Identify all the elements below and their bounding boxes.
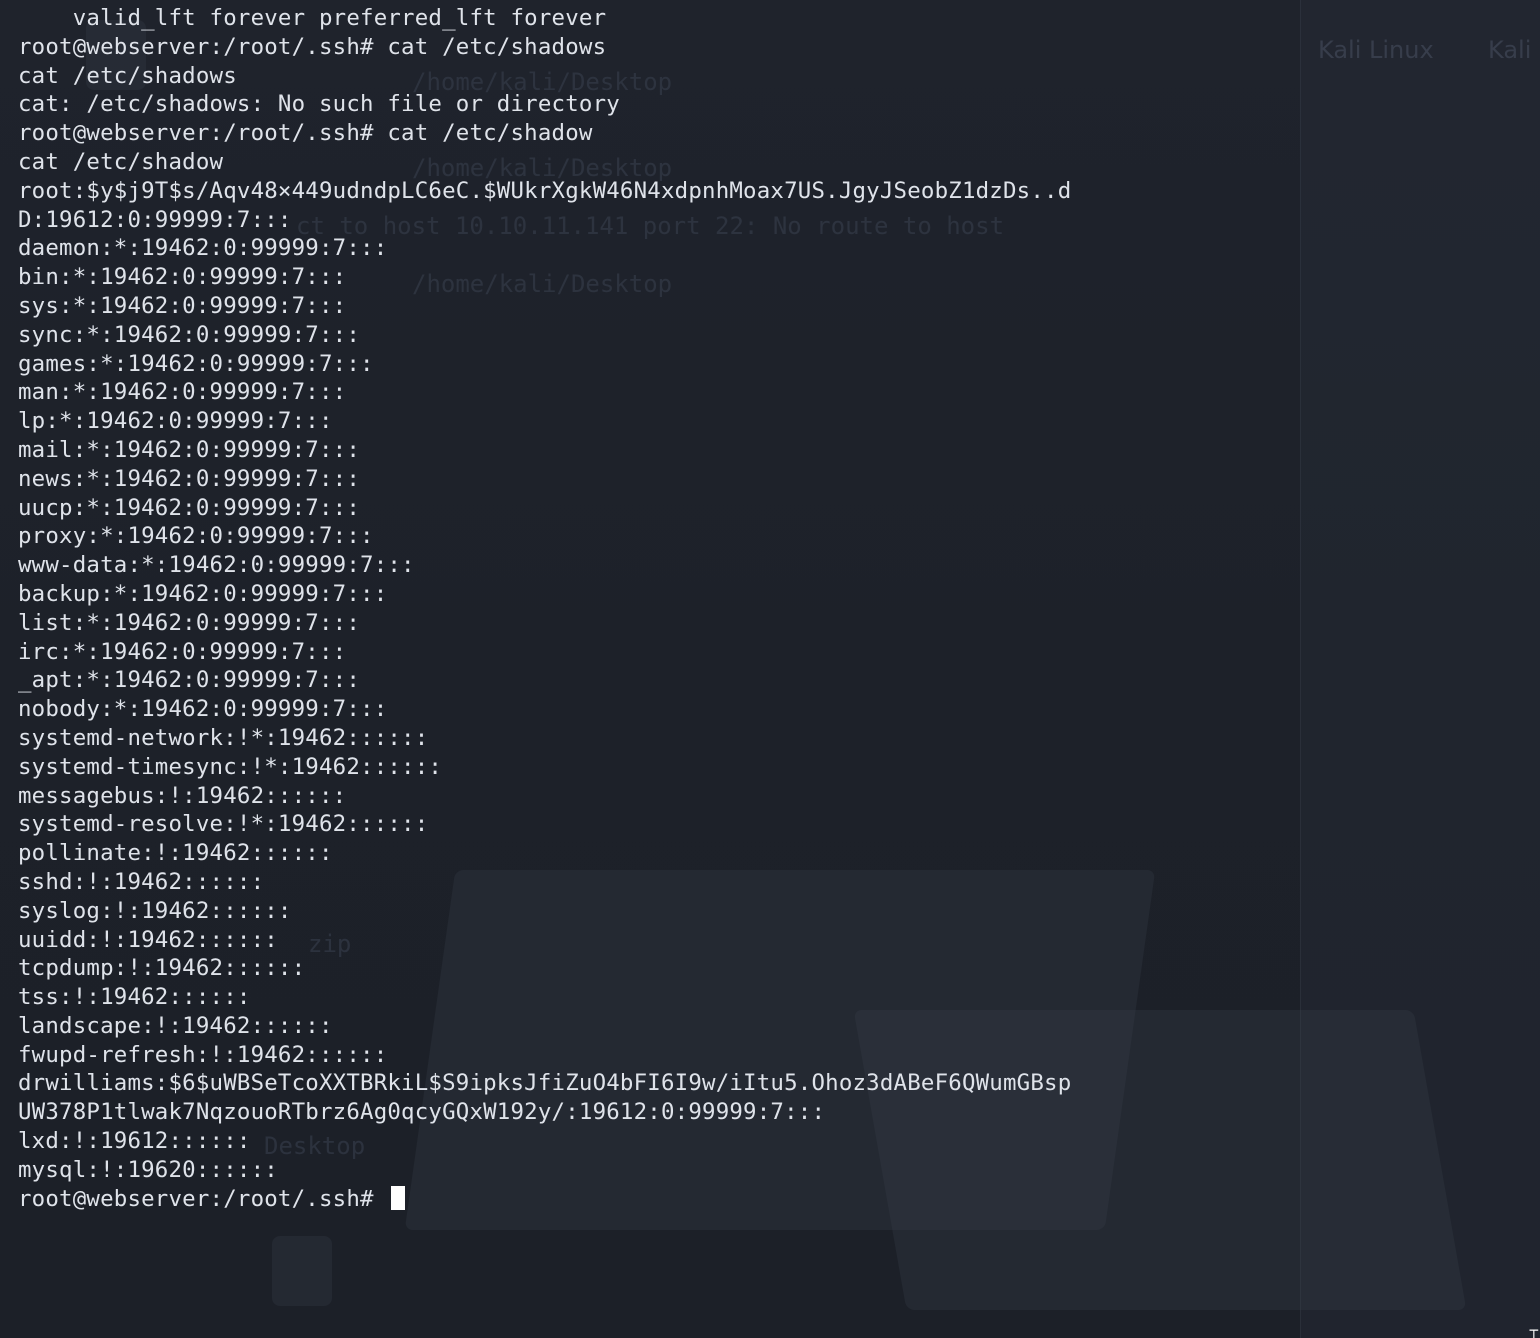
terminal-line: tss:!:19462:::::: (18, 984, 251, 1011)
text-cursor (391, 1185, 406, 1210)
terminal-line: sshd:!:19462:::::: (18, 868, 265, 895)
terminal-line: www-data:*:19462:0:99999:7::: (18, 552, 415, 579)
terminal-line: uucp:*:19462:0:99999:7::: (18, 494, 361, 521)
terminal-output: valid_lft forever preferred_lft forever r… (18, 4, 1530, 1213)
terminal-line: root@webserver:/root/.ssh# cat /etc/shad… (18, 120, 593, 147)
terminal-line: pollinate:!:19462:::::: (18, 840, 333, 867)
terminal-line: proxy:*:19462:0:99999:7::: (18, 523, 374, 550)
terminal-line: systemd-timesync:!*:19462:::::: (18, 753, 443, 780)
terminal-line: D:19612:0:99999:7::: (18, 206, 292, 233)
terminal-line: lxd:!:19612:::::: (18, 1128, 251, 1155)
terminal-line: mail:*:19462:0:99999:7::: (18, 436, 361, 463)
terminal-line: systemd-resolve:!*:19462:::::: (18, 811, 429, 838)
terminal-line: news:*:19462:0:99999:7::: (18, 465, 361, 492)
terminal-line: valid_lft forever preferred_lft forever (18, 5, 607, 31)
terminal-line: man:*:19462:0:99999:7::: (18, 379, 347, 406)
terminal-line: irc:*:19462:0:99999:7::: (18, 638, 347, 665)
terminal-line: landscape:!:19462:::::: (18, 1012, 333, 1039)
terminal-line: mysql:!:19620:::::: (18, 1156, 278, 1183)
terminal-line: nobody:*:19462:0:99999:7::: (18, 696, 388, 723)
terminal-line: lp:*:19462:0:99999:7::: (18, 408, 333, 435)
terminal-line: sys:*:19462:0:99999:7::: (18, 292, 347, 319)
terminal-line: games:*:19462:0:99999:7::: (18, 350, 374, 377)
terminal-line: list:*:19462:0:99999:7::: (18, 609, 361, 636)
terminal-line: root@webserver:/root/.ssh# cat /etc/shad… (18, 33, 607, 60)
terminal-window[interactable]: Kali Linux Kali /home/kali/Desktop /home… (0, 0, 1540, 1338)
file-icon (272, 1236, 332, 1306)
terminal-line: _apt:*:19462:0:99999:7::: (18, 667, 361, 694)
terminal-line: systemd-network:!*:19462:::::: (18, 724, 429, 751)
terminal-line: uuidd:!:19462:::::: (18, 926, 278, 953)
terminal-line: cat: /etc/shadows: No such file or direc… (18, 91, 620, 118)
terminal-line: tcpdump:!:19462:::::: (18, 955, 306, 982)
terminal-line: sync:*:19462:0:99999:7::: (18, 321, 361, 348)
terminal-line: messagebus:!:19462:::::: (18, 782, 347, 809)
terminal-line: root:$y$j9T$s/Aqv48×449udndpLC6eC.$WUkrX… (18, 177, 1072, 204)
prompt-text: root@webserver:/root/.ssh# (18, 1185, 388, 1212)
terminal-line: daemon:*:19462:0:99999:7::: (18, 235, 388, 262)
terminal-line: backup:*:19462:0:99999:7::: (18, 580, 388, 607)
terminal-line: cat /etc/shadow (18, 148, 224, 175)
terminal-line: cat /etc/shadows (18, 62, 237, 89)
terminal-line: bin:*:19462:0:99999:7::: (18, 264, 347, 291)
terminal-line: UW378P1tlwak7NqzouoRTbrz6Ag0qcyGQxW192y/… (18, 1099, 826, 1126)
resize-handle-icon[interactable]: ┬ (1530, 1324, 1538, 1338)
command-prompt[interactable]: root@webserver:/root/.ssh# (18, 1185, 1530, 1214)
terminal-line: fwupd-refresh:!:19462:::::: (18, 1041, 388, 1068)
terminal-line: drwilliams:$6$uWBSeTcoXXTBRkiL$S9ipksJfi… (18, 1070, 1072, 1097)
terminal-line: syslog:!:19462:::::: (18, 897, 292, 924)
